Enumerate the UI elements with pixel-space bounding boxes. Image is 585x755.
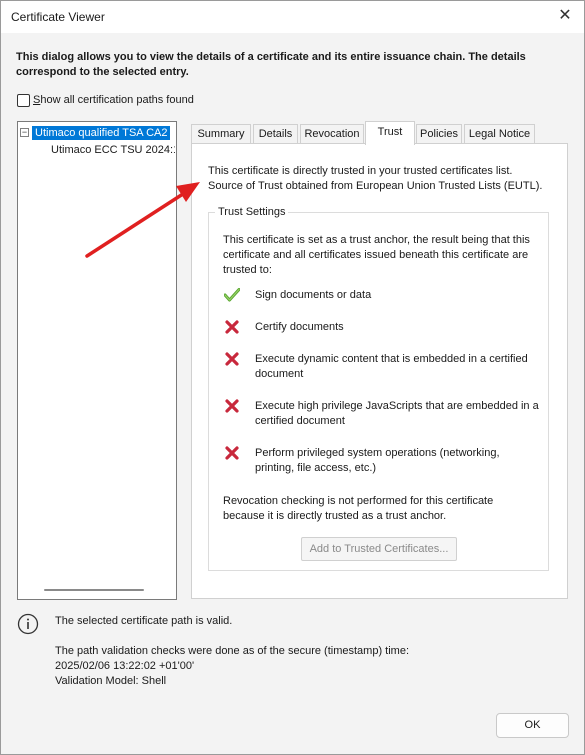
horizontal-scrollbar[interactable] — [44, 589, 144, 591]
cross-icon — [223, 352, 241, 370]
cross-icon — [223, 399, 241, 417]
permission-dynamic-content: Execute dynamic content that is embedded… — [223, 352, 543, 382]
intro-text: This dialog allows you to view the detai… — [16, 51, 526, 78]
tree-item-root[interactable]: − Utimaco qualified TSA CA2 — [19, 125, 176, 140]
show-all-paths-checkbox[interactable]: Show all certification paths found — [17, 93, 194, 107]
close-icon[interactable]: ✕ — [554, 6, 576, 26]
validation-line-1: The path validation checks were done as … — [55, 645, 410, 657]
tab-details[interactable]: Details — [253, 124, 298, 144]
trust-anchor-text: This certificate is set as a trust ancho… — [223, 234, 530, 276]
check-icon — [223, 288, 241, 306]
permission-label: Execute high privilege JavaScripts that … — [255, 400, 539, 427]
trust-line-2: Source of Trust obtained from European U… — [208, 180, 543, 192]
permission-label: Sign documents or data — [255, 289, 372, 301]
permission-label: Certify documents — [255, 321, 344, 333]
info-icon — [17, 613, 39, 635]
tab-revocation[interactable]: Revocation — [300, 124, 364, 144]
tree-item-label[interactable]: Utimaco qualified TSA CA2 — [32, 125, 171, 140]
trust-settings-title: Trust Settings — [215, 206, 289, 218]
collapse-icon[interactable]: − — [20, 128, 29, 137]
certificate-viewer-dialog: Certificate Viewer ✕ This dialog allows … — [0, 0, 585, 755]
permission-label: Perform privileged system operations (ne… — [255, 447, 500, 474]
trust-line-1: This certificate is directly trusted in … — [208, 165, 513, 177]
validation-details: The path validation checks were done as … — [55, 644, 409, 689]
path-valid-text: The selected certificate path is valid. — [55, 615, 233, 627]
cross-icon — [223, 446, 241, 464]
tree-item-child[interactable]: Utimaco ECC TSU 2024:1 — [51, 144, 175, 156]
checkbox-box[interactable] — [17, 93, 30, 107]
trust-settings-group: Trust Settings This certificate is set a… — [208, 206, 549, 571]
title-bar: Certificate Viewer ✕ — [1, 1, 584, 33]
tab-legal-notice[interactable]: Legal Notice — [464, 124, 535, 144]
tab-policies[interactable]: Policies — [416, 124, 462, 144]
trust-source-text: This certificate is directly trusted in … — [208, 164, 563, 194]
cross-icon — [223, 320, 241, 338]
trust-tab-panel: This certificate is directly trusted in … — [191, 143, 568, 599]
permission-javascript: Execute high privilege JavaScripts that … — [223, 399, 543, 429]
permission-system-operations: Perform privileged system operations (ne… — [223, 446, 543, 476]
add-to-trusted-button[interactable]: Add to Trusted Certificates... — [301, 537, 457, 561]
permission-label: Execute dynamic content that is embedded… — [255, 353, 528, 380]
permission-sign: Sign documents or data — [223, 288, 543, 306]
window-title: Certificate Viewer — [11, 10, 105, 24]
revocation-note: Revocation checking is not performed for… — [223, 495, 494, 522]
permission-certify: Certify documents — [223, 320, 543, 338]
ok-button[interactable]: OK — [496, 713, 569, 738]
validation-model: Validation Model: Shell — [55, 675, 167, 687]
checkbox-label[interactable]: Show all certification paths found — [33, 94, 194, 106]
validation-timestamp: 2025/02/06 13:22:02 +01'00' — [55, 660, 195, 672]
tab-summary[interactable]: Summary — [191, 124, 251, 144]
tab-trust[interactable]: Trust — [365, 121, 415, 145]
certificate-tree[interactable]: − Utimaco qualified TSA CA2 Utimaco ECC … — [17, 121, 177, 600]
